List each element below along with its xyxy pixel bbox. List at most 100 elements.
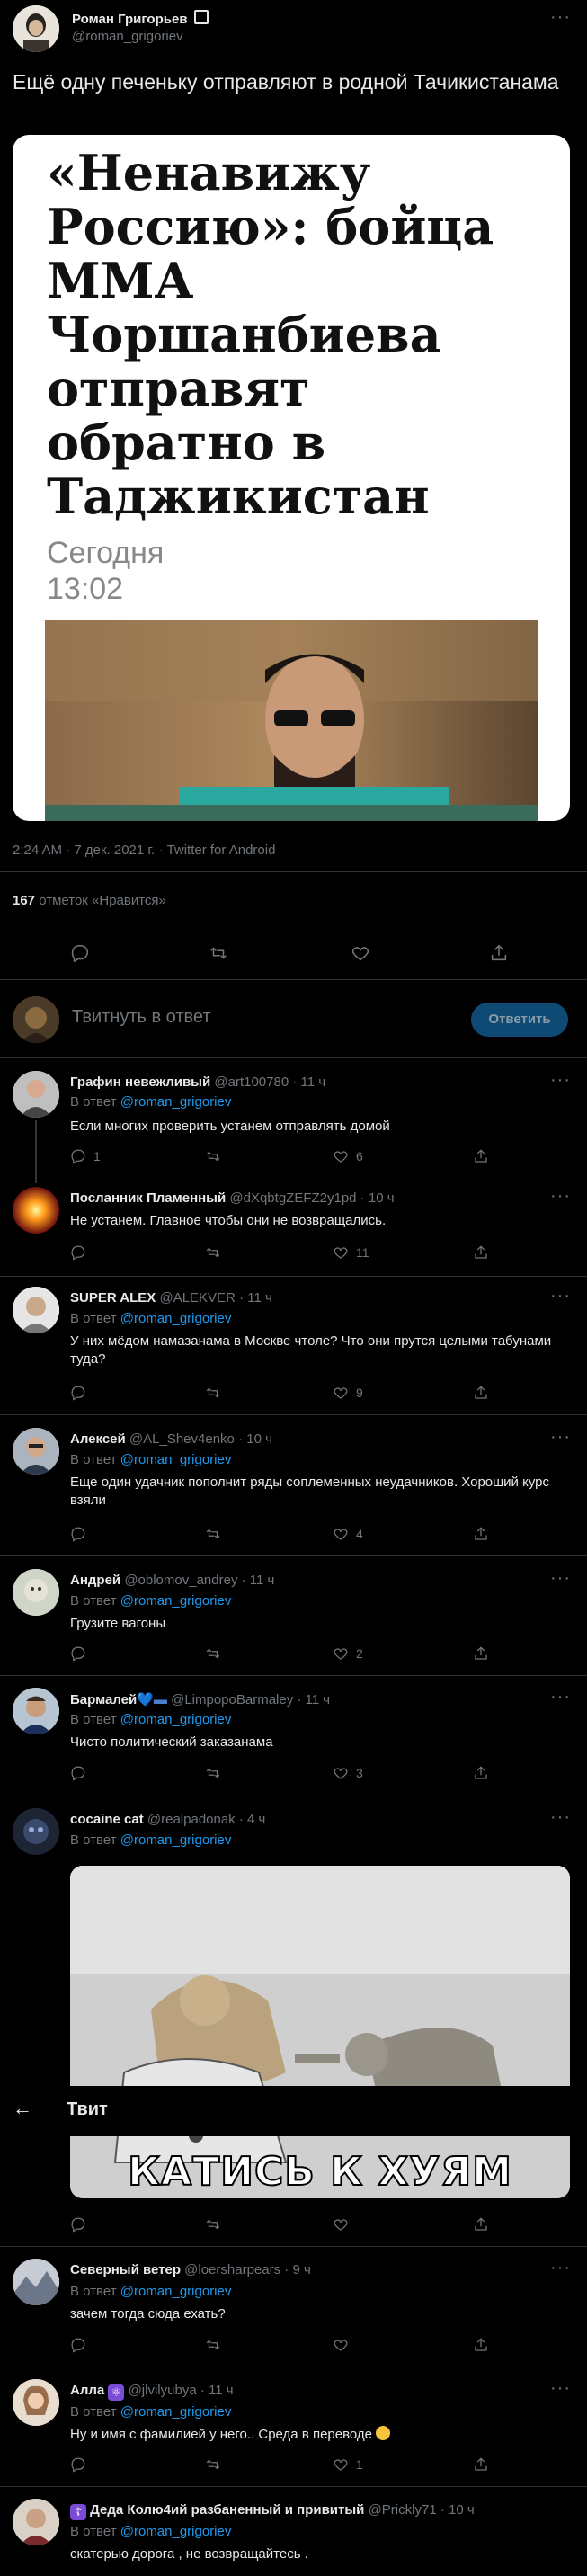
author-handle[interactable]: @roman_grigoriev [72,29,183,44]
share-icon[interactable] [473,1645,489,1662]
retweet-icon[interactable] [205,1765,221,1781]
retweet-icon[interactable] [205,1385,221,1401]
reply-icon[interactable] [70,2337,86,2353]
like-icon[interactable]: 9 [333,1385,363,1401]
reply-icon[interactable] [70,1645,86,1662]
avatar[interactable] [13,1808,59,1855]
more-options-icon[interactable]: ··· [550,1687,571,1707]
like-icon[interactable]: 6 [333,1148,363,1164]
reply-author-name[interactable]: Графин невежливый [70,1074,210,1090]
reply-author-handle[interactable]: @ALEKVER [159,1290,235,1306]
avatar[interactable] [13,1569,59,1616]
reply-icon[interactable] [70,2216,86,2233]
reply-time[interactable]: · 11 ч [292,1074,325,1090]
reply-author-name[interactable]: cocaine cat [70,1812,144,1827]
more-options-icon[interactable]: ··· [550,1286,571,1306]
avatar[interactable] [13,1287,59,1333]
like-icon[interactable]: 11 [333,1244,369,1261]
reply-author-handle[interactable]: @jlvilyubya [129,2383,197,2398]
reply-time[interactable]: · 9 ч [284,2262,311,2277]
back-arrow-icon[interactable]: ← [13,2097,32,2120]
share-icon[interactable] [489,943,509,963]
author-name[interactable]: Роман Григорьев [72,10,209,27]
reply-author-handle[interactable]: @Prickly71 [369,2502,437,2518]
reply-time[interactable]: · 11 ч [297,1692,330,1707]
avatar[interactable] [13,1428,59,1475]
avatar[interactable] [13,1187,59,1234]
retweet-icon[interactable] [205,2337,221,2353]
more-options-icon[interactable]: ··· [550,2378,571,2399]
share-icon[interactable] [473,1148,489,1164]
reply-time[interactable]: · 10 ч [360,1190,395,1206]
mention-link[interactable]: @roman_grigoriev [120,2284,232,2299]
like-icon[interactable] [333,2216,349,2233]
more-options-icon[interactable]: ··· [550,1427,571,1448]
more-options-icon[interactable]: ··· [550,1070,571,1091]
reply-author-name[interactable]: Деда Колю4ий разбаненный и привитый [90,2502,364,2518]
reply-icon[interactable] [70,1765,86,1781]
mention-link[interactable]: @roman_grigoriev [120,1832,232,1848]
reply-author-handle[interactable]: @dXqbtgZEFZ2y1pd [229,1190,356,1206]
tweet-card[interactable]: «Ненавижу Россию»: бойца ММА Чоршанбиева… [13,135,570,821]
avatar[interactable] [13,1071,59,1118]
avatar[interactable] [13,2379,59,2426]
like-icon[interactable]: 4 [333,1526,363,1542]
mention-link[interactable]: @roman_grigoriev [120,1452,232,1467]
reply-icon[interactable] [70,943,90,963]
reply-author-handle[interactable]: @AL_Shev4enko [129,1431,235,1447]
reply-author-name[interactable]: Северный ветер [70,2262,181,2277]
more-options-icon[interactable]: ··· [550,1807,571,1828]
avatar[interactable] [13,1688,59,1734]
retweet-icon[interactable] [205,2216,221,2233]
share-icon[interactable] [473,2456,489,2473]
reply-author-name[interactable]: Посланник Пламенный [70,1190,226,1206]
mention-link[interactable]: @roman_grigoriev [120,2404,232,2420]
tweet-timestamp[interactable]: 2:24 AM · 7 дек. 2021 г. · Twitter for A… [13,842,275,858]
retweet-icon[interactable] [205,1148,221,1164]
mention-link[interactable]: @roman_grigoriev [120,1094,232,1110]
reply-author-name[interactable]: Алла [70,2383,104,2398]
reply-icon[interactable] [70,1526,86,1542]
avatar[interactable] [13,2499,59,2545]
reply-author-handle[interactable]: @oblomov_andrey [124,1573,237,1588]
reply-submit-button[interactable]: Ответить [471,1003,568,1037]
reply-author-handle[interactable]: @realpadonak [147,1812,236,1827]
reply-time[interactable]: · 4 ч [239,1812,266,1827]
author-name-text[interactable]: Роман Григорьев [72,12,188,27]
retweet-icon[interactable] [205,2456,221,2473]
reply-icon[interactable]: 1 [70,1148,101,1164]
retweet-icon[interactable] [205,1645,221,1662]
more-options-icon[interactable]: ··· [550,7,571,28]
share-icon[interactable] [473,2337,489,2353]
like-icon[interactable]: 3 [333,1765,363,1781]
reply-author-name[interactable]: Андрей [70,1573,120,1588]
retweet-icon[interactable] [209,943,228,963]
like-icon[interactable] [333,2337,349,2353]
reply-time[interactable]: · 11 ч [239,1290,272,1306]
share-icon[interactable] [473,1526,489,1542]
share-icon[interactable] [473,1385,489,1401]
reply-author-name[interactable]: Алексей [70,1431,126,1447]
mention-link[interactable]: @roman_grigoriev [120,1593,232,1609]
like-icon[interactable] [351,943,370,963]
mention-link[interactable]: @roman_grigoriev [120,1712,232,1727]
more-options-icon[interactable]: ··· [550,2258,571,2278]
reply-author-handle[interactable]: @art100780 [214,1074,289,1090]
likes-stat[interactable]: 167 отметок «Нравится» [13,893,166,908]
more-options-icon[interactable]: ··· [550,1186,571,1207]
share-icon[interactable] [473,2216,489,2233]
more-options-icon[interactable]: ··· [550,1568,571,1589]
reply-icon[interactable] [70,1244,86,1261]
share-icon[interactable] [473,1244,489,1261]
reply-icon[interactable] [70,2456,86,2473]
avatar[interactable] [13,2259,59,2305]
reply-input[interactable]: Твитнуть в ответ [72,1007,211,1028]
reply-author-name[interactable]: Бармалей [70,1692,137,1707]
reply-time[interactable]: · 10 ч [440,2502,475,2518]
reply-time[interactable]: · 11 ч [242,1573,275,1588]
reply-icon[interactable] [70,1385,86,1401]
reply-author-handle[interactable]: @loersharpears [184,2262,280,2277]
mention-link[interactable]: @roman_grigoriev [120,2524,232,2539]
retweet-icon[interactable] [205,1526,221,1542]
like-icon[interactable]: 1 [333,2456,363,2473]
